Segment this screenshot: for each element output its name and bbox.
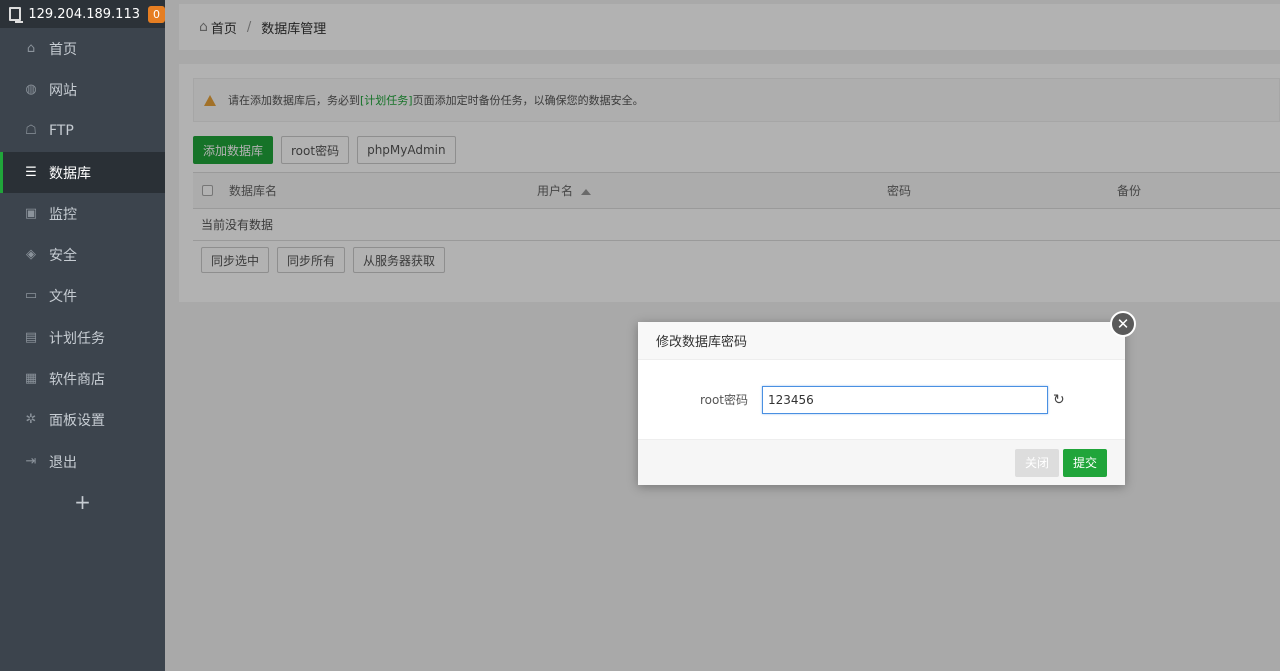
change-password-dialog: 修改数据库密码 root密码 ↻ 关闭 提交	[638, 322, 1125, 485]
root-password-input[interactable]	[762, 385, 1048, 414]
refresh-icon[interactable]: ↻	[1053, 392, 1065, 408]
close-icon[interactable]: ✕	[1110, 311, 1136, 337]
sidebar-overlay	[0, 0, 165, 671]
dialog-body: root密码 ↻	[638, 360, 1125, 439]
root-password-label: root密码	[699, 393, 748, 407]
dialog-footer: 关闭 提交	[638, 439, 1125, 485]
submit-button[interactable]: 提交	[1062, 448, 1107, 477]
close-button[interactable]: 关闭	[1014, 448, 1059, 477]
dialog-title: 修改数据库密码	[638, 322, 1125, 360]
